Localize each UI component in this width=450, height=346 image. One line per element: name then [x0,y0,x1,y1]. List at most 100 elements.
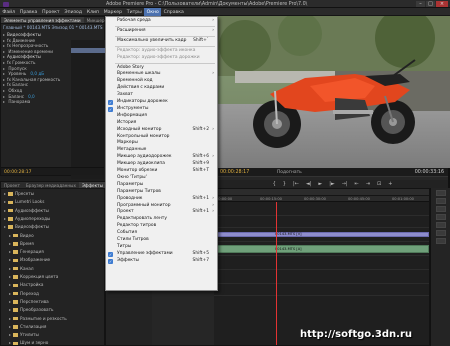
disclosure-triangle-icon[interactable] [9,251,11,254]
effects-tree-item[interactable]: Аудиоэффекты [4,208,49,214]
window-menu-item[interactable]: Микшер аудиодорожек Shift+6 › [106,154,217,161]
effects-tree-item[interactable]: Изображение [9,257,50,263]
effect-row-value[interactable]: 0,0 [28,94,35,99]
window-menu-item[interactable]: Редактор титров [106,223,217,230]
transport-button[interactable]: } [283,181,286,187]
transport-button[interactable]: ⇤ [355,181,359,187]
disclosure-triangle-icon[interactable] [3,34,5,36]
transport-button[interactable]: ► [318,181,322,187]
window-menu-item[interactable]: Параметры Титров [106,189,217,196]
transport-button[interactable]: ⊡ [377,181,381,187]
disclosure-triangle-icon[interactable] [9,317,11,320]
effects-tree-item[interactable]: Коррекция цвета [9,274,58,280]
disclosure-triangle-icon[interactable] [3,39,5,42]
audio-clip[interactable]: 00143.MTS [A] [214,245,429,253]
disclosure-triangle-icon[interactable] [9,325,11,328]
effects-tree-item[interactable]: Время [9,241,34,247]
effects-tree-item[interactable]: Перспектива [9,299,49,305]
disclosure-triangle-icon[interactable] [3,95,5,98]
window-menu-item[interactable]: Проводник Shift+1 › [106,196,217,203]
disclosure-triangle-icon[interactable] [3,67,5,70]
track-select-tool-icon[interactable] [435,198,446,204]
disclosure-triangle-icon[interactable] [9,334,11,337]
window-menu-item[interactable]: Расширения › [106,28,217,35]
disclosure-triangle-icon[interactable] [3,78,5,81]
disclosure-triangle-icon[interactable] [9,309,11,312]
disclosure-triangle-icon[interactable] [3,73,5,76]
timeline-track[interactable] [214,216,429,228]
disclosure-triangle-icon[interactable] [9,259,11,262]
window-menu-item[interactable]: Инструменты ✓ [106,106,217,113]
timeline-track[interactable] [214,256,429,270]
window-menu-item[interactable]: Микшер аудиоклипа Shift+9 [106,161,217,168]
pen-tool-icon[interactable] [435,230,446,236]
menu-item[interactable]: Справка [161,8,186,16]
timeline-track[interactable]: 00143.MTS [V] [214,228,429,242]
effects-tree-item[interactable]: Настройка [9,282,44,288]
timeline-track[interactable] [214,204,429,216]
disclosure-triangle-icon[interactable] [9,342,11,345]
minimize-icon[interactable]: – [416,1,425,7]
disclosure-triangle-icon[interactable] [3,45,5,48]
menu-item[interactable]: Маркер [101,8,124,16]
effect-controls-tab[interactable]: Элементы управления эффектами [1,17,84,23]
menu-item[interactable]: Окно [144,8,162,16]
disclosure-triangle-icon[interactable] [9,292,11,295]
window-menu-item[interactable]: Эффекты ✓ Shift+7 [106,258,217,265]
effects-tree-item[interactable]: Стилизация [9,324,46,330]
video-clip[interactable]: 00143.MTS [V] [214,232,429,237]
window-menu-item[interactable]: Рабочая среда › [106,18,217,25]
disclosure-triangle-icon[interactable] [4,217,6,220]
menu-item[interactable]: Титры [124,8,144,16]
effects-panel-tab[interactable]: Проект [1,182,23,188]
window-menu-item[interactable]: Максимально увеличить кадр Shift+` [106,38,217,45]
transport-button[interactable]: →| [342,181,348,187]
disclosure-triangle-icon[interactable] [4,193,6,195]
disclosure-triangle-icon[interactable] [4,209,6,212]
disclosure-triangle-icon[interactable] [3,84,5,87]
window-menu-item[interactable]: Титры [106,244,217,251]
effect-controls-mini-timeline[interactable] [71,40,105,179]
disclosure-triangle-icon[interactable] [3,50,5,53]
effects-tree-item[interactable]: Аудиопереходы [4,216,50,222]
disclosure-triangle-icon[interactable] [3,90,5,92]
window-menu-item[interactable]: События [106,230,217,237]
ripple-edit-tool-icon[interactable] [435,206,446,212]
disclosure-triangle-icon[interactable] [9,234,11,237]
hand-tool-icon[interactable] [435,238,446,244]
razor-tool-icon[interactable] [435,214,446,220]
timeline-track[interactable] [214,284,429,296]
window-menu-item[interactable]: История [106,120,217,127]
slip-tool-icon[interactable] [435,222,446,228]
disclosure-triangle-icon[interactable] [9,300,11,303]
disclosure-triangle-icon[interactable] [3,101,5,104]
effects-panel-tab[interactable]: Браузер медиаданных [23,182,79,188]
effects-tree-item[interactable]: Lumetri Looks [4,199,44,205]
disclosure-triangle-icon[interactable] [9,267,11,270]
menu-item[interactable]: Эпизод [62,8,84,16]
close-icon[interactable]: × [436,1,448,7]
transport-button[interactable]: ⇥ [366,181,370,187]
effects-tree-item[interactable]: Канал [9,266,34,272]
window-menu-item[interactable]: Монитор обрезки Shift+T [106,168,217,175]
monitor-fit-dropdown[interactable]: Подогнать [277,170,302,175]
disclosure-triangle-icon[interactable] [9,276,11,278]
timeline-playhead[interactable] [276,202,277,345]
effect-controls-clip-bar[interactable] [71,48,105,53]
menu-item[interactable]: Файл [0,8,17,16]
effects-tree-item[interactable]: Утилиты [9,332,39,338]
effects-tree-item[interactable]: Видео [9,233,34,239]
window-menu-item[interactable]: Окно 'Титры' [106,175,217,182]
effects-tree-item[interactable]: Видеоэффекты [4,224,49,230]
maximize-icon[interactable]: □ [426,1,435,7]
transport-button[interactable]: |► [329,181,335,187]
effects-tree-item[interactable]: Шум и зерно [9,340,48,346]
window-menu-item[interactable]: Управление эффектами ✓ Shift+5 [106,251,217,258]
window-menu-item[interactable]: Индикаторы дорожек ✓ [106,99,217,106]
disclosure-triangle-icon[interactable] [3,62,5,64]
transport-button[interactable]: + [388,181,392,187]
menu-item[interactable]: Клип [84,8,101,16]
effects-tree-item[interactable]: Пресеты [4,191,34,197]
effects-panel-tab[interactable]: Эффекты [78,182,106,188]
effect-row-value[interactable]: 0,0 дБ [30,71,44,76]
